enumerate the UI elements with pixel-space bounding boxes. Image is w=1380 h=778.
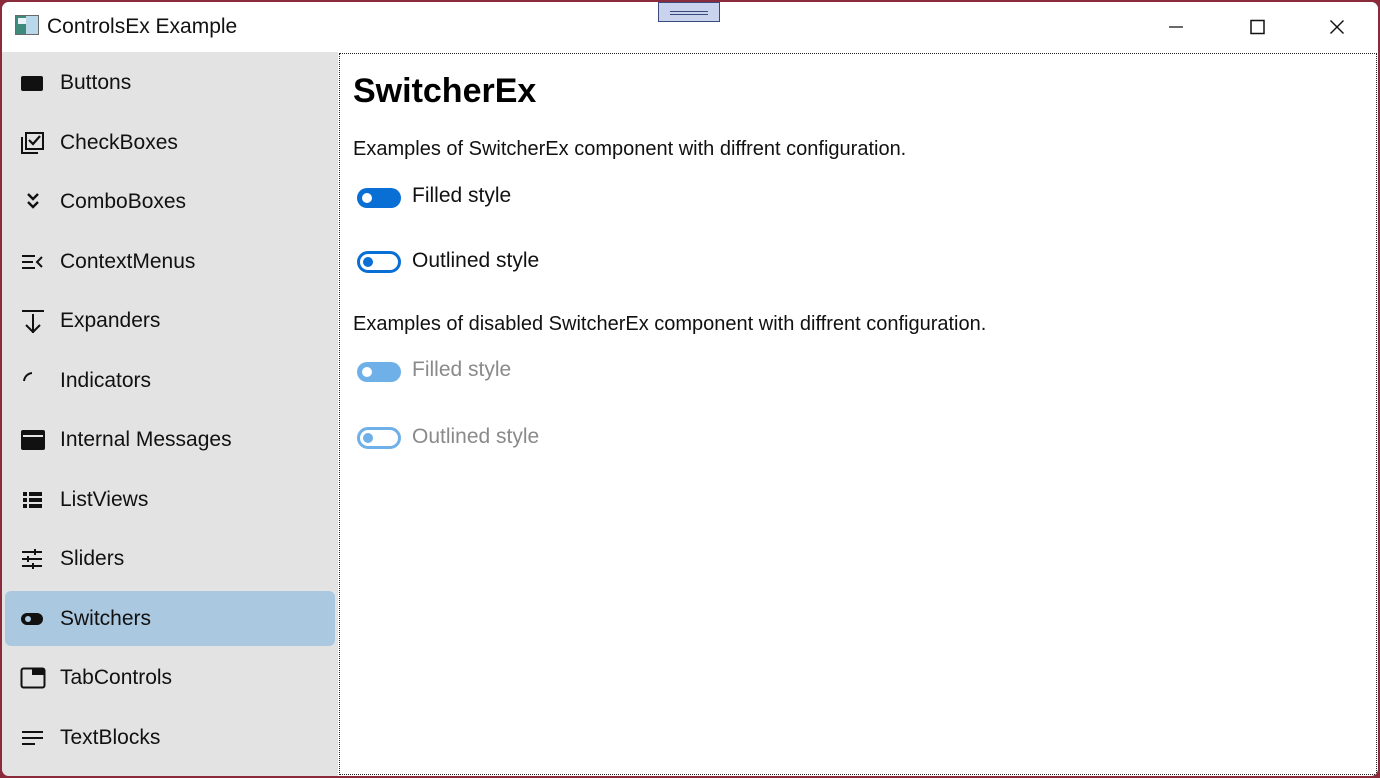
message-window-icon (21, 430, 45, 450)
disabled-outlined-style-switch (357, 427, 401, 449)
sidebar-item-label: ListViews (60, 488, 149, 511)
sidebar-item-label: CheckBoxes (60, 131, 178, 154)
window-title: ControlsEx Example (47, 15, 238, 38)
disabled-filled-style-switch (357, 362, 401, 382)
title-bar[interactable]: ControlsEx Example (2, 2, 1378, 52)
content-panel: SwitcherEx Examples of SwitcherEx compon… (339, 53, 1377, 775)
toggle-switch-icon (21, 613, 43, 625)
sidebar-item-label: Expanders (60, 309, 161, 332)
filled-style-switch[interactable] (357, 188, 401, 208)
sidebar-nav: Buttons CheckBoxes ComboBoxes ContextMen… (2, 52, 338, 776)
sidebar-item-checkboxes[interactable]: CheckBoxes (5, 115, 335, 170)
checkbox-multiple-icon (21, 132, 44, 154)
enabled-section-description: Examples of SwitcherEx component with di… (353, 138, 907, 160)
sidebar-item-label: Buttons (60, 71, 132, 94)
sidebar-item-label: TabControls (60, 666, 173, 689)
switch-knob (363, 433, 373, 443)
button-icon (21, 76, 43, 91)
minimize-button[interactable] (1136, 2, 1216, 52)
app-icon (15, 15, 39, 35)
disabled-filled-style-label: Filled style (412, 358, 512, 381)
sidebar-item-expanders[interactable]: Expanders (5, 293, 335, 348)
sidebar-item-listviews[interactable]: ListViews (5, 472, 335, 527)
text-lines-icon (22, 731, 43, 745)
maximize-icon (1250, 19, 1265, 35)
sidebar-item-label: Switchers (60, 607, 152, 630)
filled-style-label: Filled style (412, 184, 512, 207)
switch-knob (362, 193, 372, 203)
sidebar-item-buttons[interactable]: Buttons (5, 55, 335, 110)
tab-icon (20, 667, 46, 689)
sidebar-item-label: Indicators (60, 369, 152, 392)
sidebar-item-tabcontrols[interactable]: TabControls (5, 650, 335, 705)
progress-arc-icon (23, 372, 33, 382)
tune-sliders-icon (22, 549, 42, 569)
sidebar-item-label: ComboBoxes (60, 190, 187, 213)
sidebar-item-label: ContextMenus (60, 250, 196, 273)
outlined-style-switch[interactable] (357, 251, 401, 273)
minimize-icon (1169, 26, 1183, 28)
page-title: SwitcherEx (353, 72, 537, 110)
switch-knob (362, 367, 372, 377)
sidebar-item-comboboxes[interactable]: ComboBoxes (5, 174, 335, 229)
app-window: ControlsEx Example Buttons CheckBoxes Co… (2, 2, 1378, 776)
drag-handle[interactable] (658, 2, 720, 22)
disabled-outlined-style-label: Outlined style (412, 425, 540, 448)
chevron-double-down-icon (27, 193, 39, 209)
menu-open-icon (22, 255, 43, 269)
list-view-icon (23, 492, 42, 508)
sidebar-item-switchers[interactable]: Switchers (5, 591, 335, 646)
sidebar-item-label: Internal Messages (60, 428, 232, 451)
sidebar-item-sliders[interactable]: Sliders (5, 531, 335, 586)
disabled-section-description: Examples of disabled SwitcherEx componen… (353, 313, 987, 335)
sidebar-item-textblocks[interactable]: TextBlocks (5, 710, 335, 765)
close-icon (1330, 20, 1344, 34)
maximize-button[interactable] (1217, 2, 1297, 52)
outlined-style-label: Outlined style (412, 249, 540, 272)
arrow-collapse-down-icon (22, 310, 44, 333)
sidebar-item-label: TextBlocks (60, 726, 161, 749)
sidebar-item-internal-messages[interactable]: Internal Messages (5, 412, 335, 467)
sidebar-item-label: Sliders (60, 547, 125, 570)
close-button[interactable] (1297, 2, 1377, 52)
sidebar-item-contextmenus[interactable]: ContextMenus (5, 234, 335, 289)
switch-knob (363, 257, 373, 267)
sidebar-item-indicators[interactable]: Indicators (5, 353, 335, 408)
